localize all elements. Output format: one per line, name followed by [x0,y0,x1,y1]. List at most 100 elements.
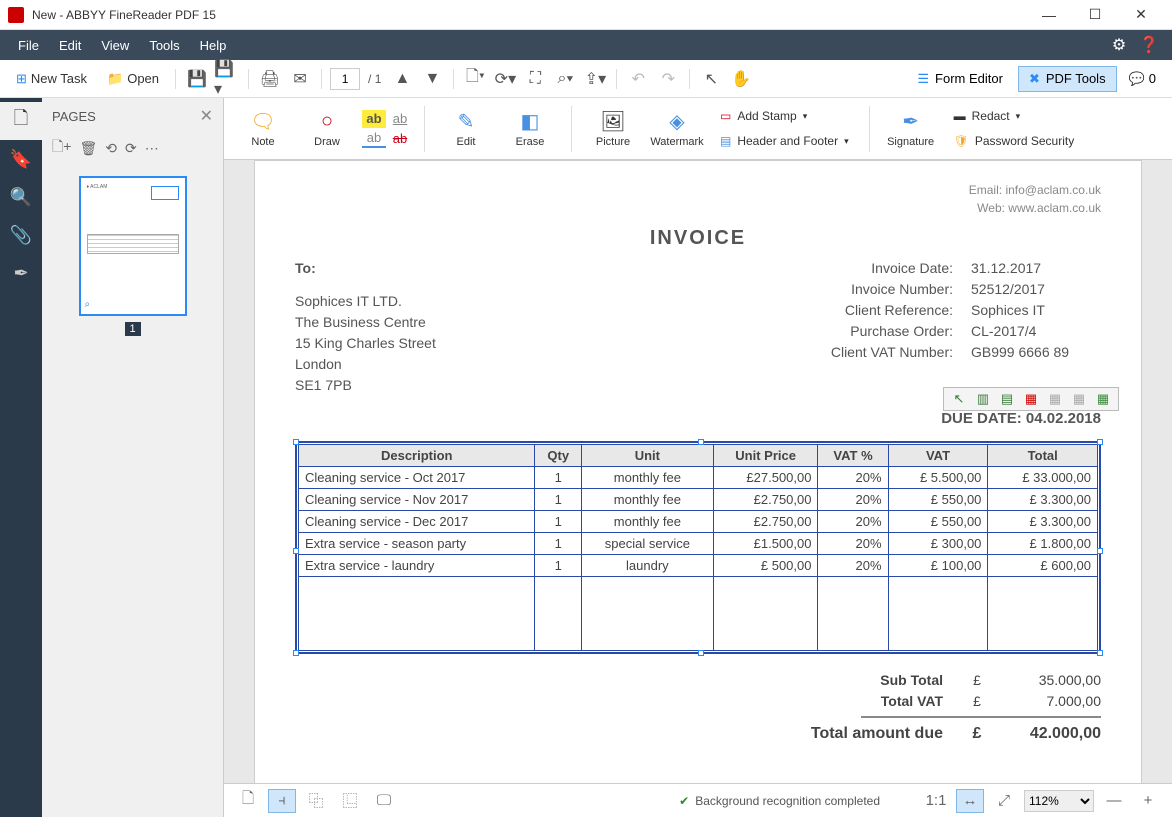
page-thumbnail-1[interactable]: ♦ ACLAM ⌕ [79,176,187,316]
document-page: Email: info@aclam.co.uk Web: www.aclam.c… [254,160,1142,783]
save-icon[interactable]: 💾 [184,66,210,92]
save-as-icon[interactable]: 💾▾ [214,66,240,92]
add-page-panel-icon[interactable]: 🗋+ [52,136,71,160]
statusbar: 🗋 ⫞ ⿻ ⿺ 🖵 ✔Background recognition comple… [224,783,1172,817]
maximize-button[interactable]: ☐ [1072,0,1118,30]
search-tab-icon[interactable]: 🔍 [0,178,42,216]
to-address: To: Sophices IT LTD. The Business Centre… [295,258,436,396]
double-underline-icon[interactable]: ab [362,130,386,148]
table-op2-icon[interactable]: ▦ [1068,389,1090,409]
invoice-table: DescriptionQtyUnitUnit PriceVAT %VATTota… [298,444,1098,651]
form-editor-button[interactable]: ☰Form Editor [906,66,1014,92]
bookmarks-tab-icon[interactable]: 🔖 [0,140,42,178]
rotate-left-panel-icon[interactable]: ⟲ [105,140,117,157]
merge-cells-icon[interactable]: ▦ [1020,389,1042,409]
contact-info: Email: info@aclam.co.uk Web: www.aclam.c… [295,181,1101,217]
two-continuous-icon[interactable]: ⿺ [336,789,364,813]
comments-button[interactable]: 💬0 [1121,67,1164,91]
print-icon[interactable]: 🖨 [257,66,283,92]
underline-icon[interactable]: ab [388,110,412,128]
signature-button[interactable]: ✒Signature [882,102,940,156]
pages-toolbar: 🗋+ 🗑 ⟲ ⟳ ⋯ [42,134,223,162]
watermark-button[interactable]: ◈Watermark [648,102,706,156]
header-footer-button[interactable]: ▤Header and Footer▾ [712,129,857,153]
pdf-tools-button[interactable]: ✖PDF Tools [1018,66,1117,92]
zoom-out-icon[interactable]: — [1100,789,1128,813]
picture-button[interactable]: 🖼Picture [584,102,642,156]
next-page-icon[interactable]: ▼ [419,66,445,92]
highlight-group: ab ab ab ab [362,110,412,148]
add-stamp-button[interactable]: ▭Add Stamp▾ [712,104,857,128]
hand-icon[interactable]: ✋ [728,66,754,92]
table-header: VAT % [818,445,888,467]
page-input[interactable] [330,68,360,90]
actual-size-icon[interactable]: 1:1 [922,789,950,813]
menubar: File Edit View Tools Help ⚙ ❓ [0,30,1172,60]
edit-button[interactable]: ✎Edit [437,102,495,156]
menu-tools[interactable]: Tools [139,34,189,57]
zoom-in-icon[interactable]: + [1134,789,1162,813]
fit-width-icon[interactable]: ↔ [956,789,984,813]
document-canvas[interactable]: Email: info@aclam.co.uk Web: www.aclam.c… [224,160,1172,783]
main-toolbar: ⊞New Task 📁Open 💾 💾▾ 🖨 ✉ / 1 ▲ ▼ 🗋▾ ⟳▾ ⛶… [0,60,1172,98]
table-selection[interactable]: DescriptionQtyUnitUnit PriceVAT %VATTota… [295,441,1101,654]
redo-icon[interactable]: ↷ [655,66,681,92]
rotate-icon[interactable]: ⟳▾ [492,66,518,92]
table-type-icon[interactable]: ▦ [1092,389,1114,409]
mail-icon[interactable]: ✉ [287,66,313,92]
minimize-button[interactable]: — [1026,0,1072,30]
prev-page-icon[interactable]: ▲ [389,66,415,92]
single-page-icon[interactable]: 🗋 [234,789,262,813]
new-task-button[interactable]: ⊞New Task [8,65,95,93]
export-icon[interactable]: ⇪▾ [582,66,608,92]
redact-button[interactable]: ▬Redact▾ [946,104,1083,128]
menu-file[interactable]: File [8,34,49,57]
pdf-tools-ribbon: 🗨Note ○Draw ab ab ab ab ✎Edit ◧Erase 🖼Pi… [224,98,1172,160]
table-header: Description [299,445,535,467]
signatures-tab-icon[interactable]: ✒ [0,254,42,292]
table-header: Qty [535,445,582,467]
draw-button[interactable]: ○Draw [298,102,356,156]
pointer-icon[interactable]: ↖ [698,66,724,92]
ocr-icon[interactable]: ⌕▾ [552,66,578,92]
menu-edit[interactable]: Edit [49,34,91,57]
note-button[interactable]: 🗨Note [234,102,292,156]
split-horizontal-icon[interactable]: ▤ [996,389,1018,409]
crop-icon[interactable]: ⛶ [522,66,548,92]
page-total: / 1 [364,72,385,86]
table-op-icon[interactable]: ▦ [1044,389,1066,409]
two-page-icon[interactable]: ⿻ [302,789,330,813]
menu-help[interactable]: Help [190,34,237,57]
close-button[interactable]: ✕ [1118,0,1164,30]
password-security-button[interactable]: 🛡Password Security [946,129,1083,153]
table-edit-toolbar: ↖ ▥ ▤ ▦ ▦ ▦ ▦ [943,387,1119,411]
attachments-tab-icon[interactable]: 📎 [0,216,42,254]
due-date: DUE DATE: 04.02.2018 [295,410,1101,427]
more-panel-icon[interactable]: ⋯ [145,140,159,157]
erase-button[interactable]: ◧Erase [501,102,559,156]
thumb-number: 1 [125,322,141,336]
fullscreen-icon[interactable]: 🖵 [370,789,398,813]
rotate-right-panel-icon[interactable]: ⟳ [125,140,137,157]
highlight-icon[interactable]: ab [362,110,386,128]
close-panel-icon[interactable]: ✕ [200,106,213,126]
help-icon[interactable]: ❓ [1134,30,1164,60]
zoom-select[interactable]: 112% [1024,790,1094,812]
continuous-icon[interactable]: ⫞ [268,789,296,813]
delete-page-panel-icon[interactable]: 🗑 [79,140,97,157]
pages-tab-icon[interactable]: 🗋 [0,102,42,140]
window-title: New - ABBYY FineReader PDF 15 [32,8,1026,22]
gear-icon[interactable]: ⚙ [1104,30,1134,60]
table-row: Extra service - season party1special ser… [299,533,1098,555]
totals-block: Sub Total£35.000,00 Total VAT£7.000,00 T… [295,670,1101,746]
invoice-title: INVOICE [295,227,1101,250]
split-vertical-icon[interactable]: ▥ [972,389,994,409]
select-tool-icon[interactable]: ↖ [948,389,970,409]
menu-view[interactable]: View [91,34,139,57]
undo-icon[interactable]: ↶ [625,66,651,92]
strikethrough-icon[interactable]: ab [388,130,412,148]
pages-panel: PAGES ✕ 🗋+ 🗑 ⟲ ⟳ ⋯ ♦ ACLAM ⌕ 1 [42,98,224,817]
open-button[interactable]: 📁Open [99,65,167,93]
fit-page-icon[interactable]: ⤢ [990,789,1018,813]
add-page-icon[interactable]: 🗋▾ [462,66,488,92]
